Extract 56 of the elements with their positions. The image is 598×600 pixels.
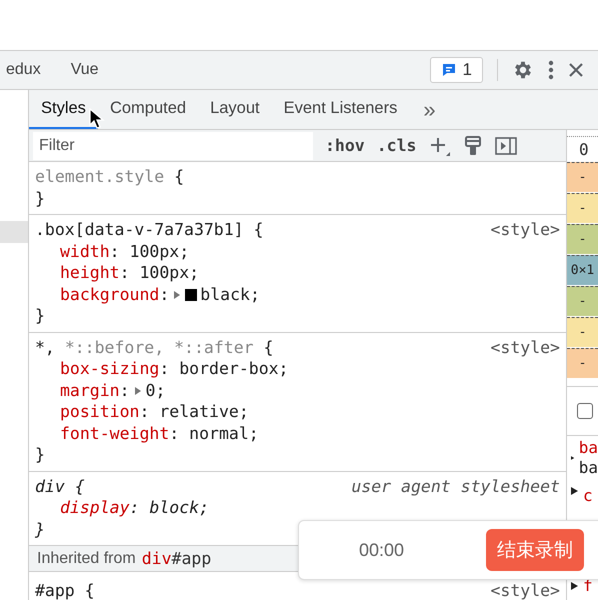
panel-tab[interactable]: edux (6, 61, 41, 79)
issues-button[interactable]: 1 (430, 57, 483, 83)
color-swatch[interactable] (185, 288, 198, 301)
recording-timer: 00:00 (359, 540, 404, 560)
cursor-icon (89, 108, 105, 130)
show-all-checkbox[interactable] (577, 403, 593, 419)
rule-origin[interactable]: user agent stylesheet (351, 476, 560, 498)
box-model-value: - (567, 348, 598, 378)
inherited-element-link[interactable]: div#app (142, 549, 212, 568)
rule-selector: div { (35, 476, 85, 498)
sidebar-toggle-icon[interactable] (494, 136, 516, 156)
box-model-value: - (567, 193, 598, 223)
box-model-value: - (567, 162, 598, 192)
css-declaration: box-sizing: border-box; (59, 358, 288, 380)
rule-origin[interactable]: <style> (490, 580, 560, 600)
expand-arrow-icon[interactable] (571, 486, 579, 496)
closing-brace: } (35, 188, 45, 210)
row-highlight (0, 221, 28, 243)
box-model-value: - (567, 317, 598, 347)
css-declaration: width: 100px; (59, 240, 190, 262)
cls-button[interactable]: .cls (376, 136, 416, 156)
hov-button[interactable]: :hov (325, 136, 365, 156)
more-tabs-button[interactable]: » (409, 90, 450, 129)
styles-pane-tab[interactable]: Layout (198, 90, 272, 129)
rule-selector: *, *::before, *::after { (35, 336, 274, 358)
box-model-value: 0 (567, 136, 598, 161)
property-value: ba (578, 458, 598, 478)
message-icon (440, 62, 457, 78)
css-declaration: position: relative; (59, 401, 249, 423)
closing-brace: } (35, 518, 45, 540)
property-name: ba (578, 438, 598, 458)
rule-selector: .box[data-v-7a7a37b1] { (35, 219, 264, 241)
css-declaration: background: black; (59, 284, 260, 306)
rule-origin[interactable]: <style> (490, 336, 560, 358)
rule-selector: element.style { (35, 166, 184, 188)
css-declaration: font-weight: normal; (59, 422, 259, 444)
css-declaration: height: 100px; (59, 262, 200, 284)
closing-brace: } (35, 305, 45, 327)
more-icon[interactable] (548, 59, 554, 81)
styles-pane-tab[interactable]: Event Listeners (272, 90, 410, 129)
box-model-value: - (567, 286, 598, 316)
filter-field[interactable]: Filter (33, 132, 313, 160)
box-model-value: 0×1 (567, 255, 598, 285)
rule-selector: #app { (35, 580, 95, 600)
rule-origin[interactable]: <style> (490, 219, 560, 241)
panel-tab[interactable]: Vue (70, 61, 99, 79)
css-declaration: display: block; (59, 497, 210, 519)
inherited-label: Inherited from (37, 550, 136, 568)
property-name: c (583, 486, 593, 506)
expand-arrow-icon[interactable] (571, 581, 579, 591)
styles-pane-tab[interactable]: Computed (98, 90, 198, 129)
paint-brush-icon[interactable] (462, 134, 482, 157)
css-declaration: margin: 0; (59, 380, 166, 402)
close-icon[interactable] (568, 62, 584, 78)
box-model-value: - (567, 224, 598, 254)
closing-brace: } (35, 444, 45, 466)
